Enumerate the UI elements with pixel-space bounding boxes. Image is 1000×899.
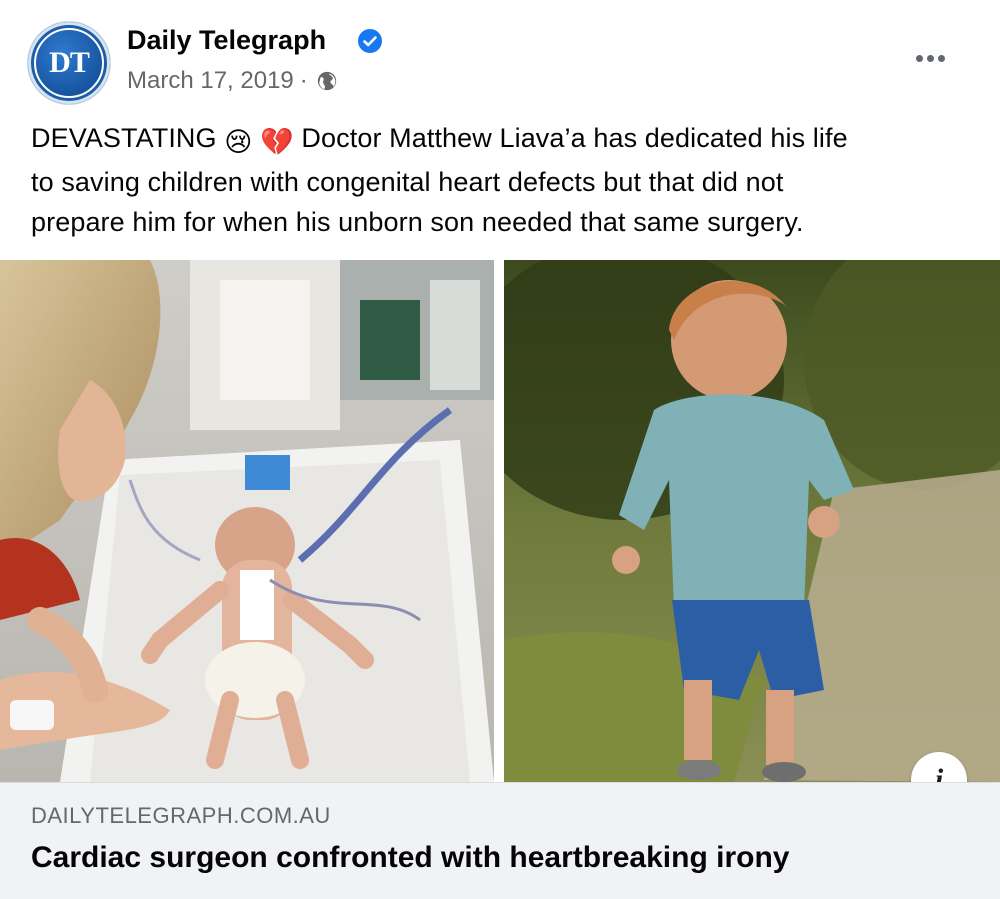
toddler-walking-photo[interactable]	[504, 260, 1000, 782]
post-message-line-1: DEVASTATING 😢 💔 Doctor Matthew Liava’a h…	[31, 118, 971, 162]
post-message-line-2: to saving children with congenital heart…	[31, 167, 784, 197]
post-date-link[interactable]: March 17, 2019	[127, 67, 294, 95]
globe-icon[interactable]	[316, 70, 338, 92]
post-text-part2: Doctor Matthew Liava’a has dedicated his…	[293, 123, 848, 153]
link-preview[interactable]: DAILYTELEGRAPH.COM.AU Cardiac surgeon co…	[0, 782, 1000, 899]
verified-badge-icon	[358, 29, 382, 53]
post-header: DT Daily Telegraph March 17, 2019 ·	[0, 0, 1000, 115]
hospital-baby-photo[interactable]	[0, 260, 494, 782]
post-meta: March 17, 2019 ·	[127, 67, 338, 95]
post-message-line-3: prepare him for when his unborn son need…	[31, 207, 804, 237]
more-options-icon[interactable]	[908, 44, 952, 72]
link-domain: DAILYTELEGRAPH.COM.AU	[31, 803, 331, 828]
crying-face-emoji: 😢	[224, 127, 253, 157]
broken-heart-emoji: 💔	[260, 127, 294, 157]
post-media[interactable]	[0, 260, 1000, 782]
avatar-logo: DT	[34, 28, 104, 98]
page-avatar[interactable]: DT	[28, 22, 110, 104]
meta-separator: ·	[299, 67, 308, 94]
post-text-part1: DEVASTATING	[31, 123, 225, 153]
facebook-post-card: DT Daily Telegraph March 17, 2019 · DEVA…	[0, 0, 1000, 899]
page-name-link[interactable]: Daily Telegraph	[127, 25, 326, 56]
post-message: DEVASTATING 😢 💔 Doctor Matthew Liava’a h…	[31, 118, 971, 242]
link-headline[interactable]: Cardiac surgeon confronted with heartbre…	[31, 841, 789, 875]
